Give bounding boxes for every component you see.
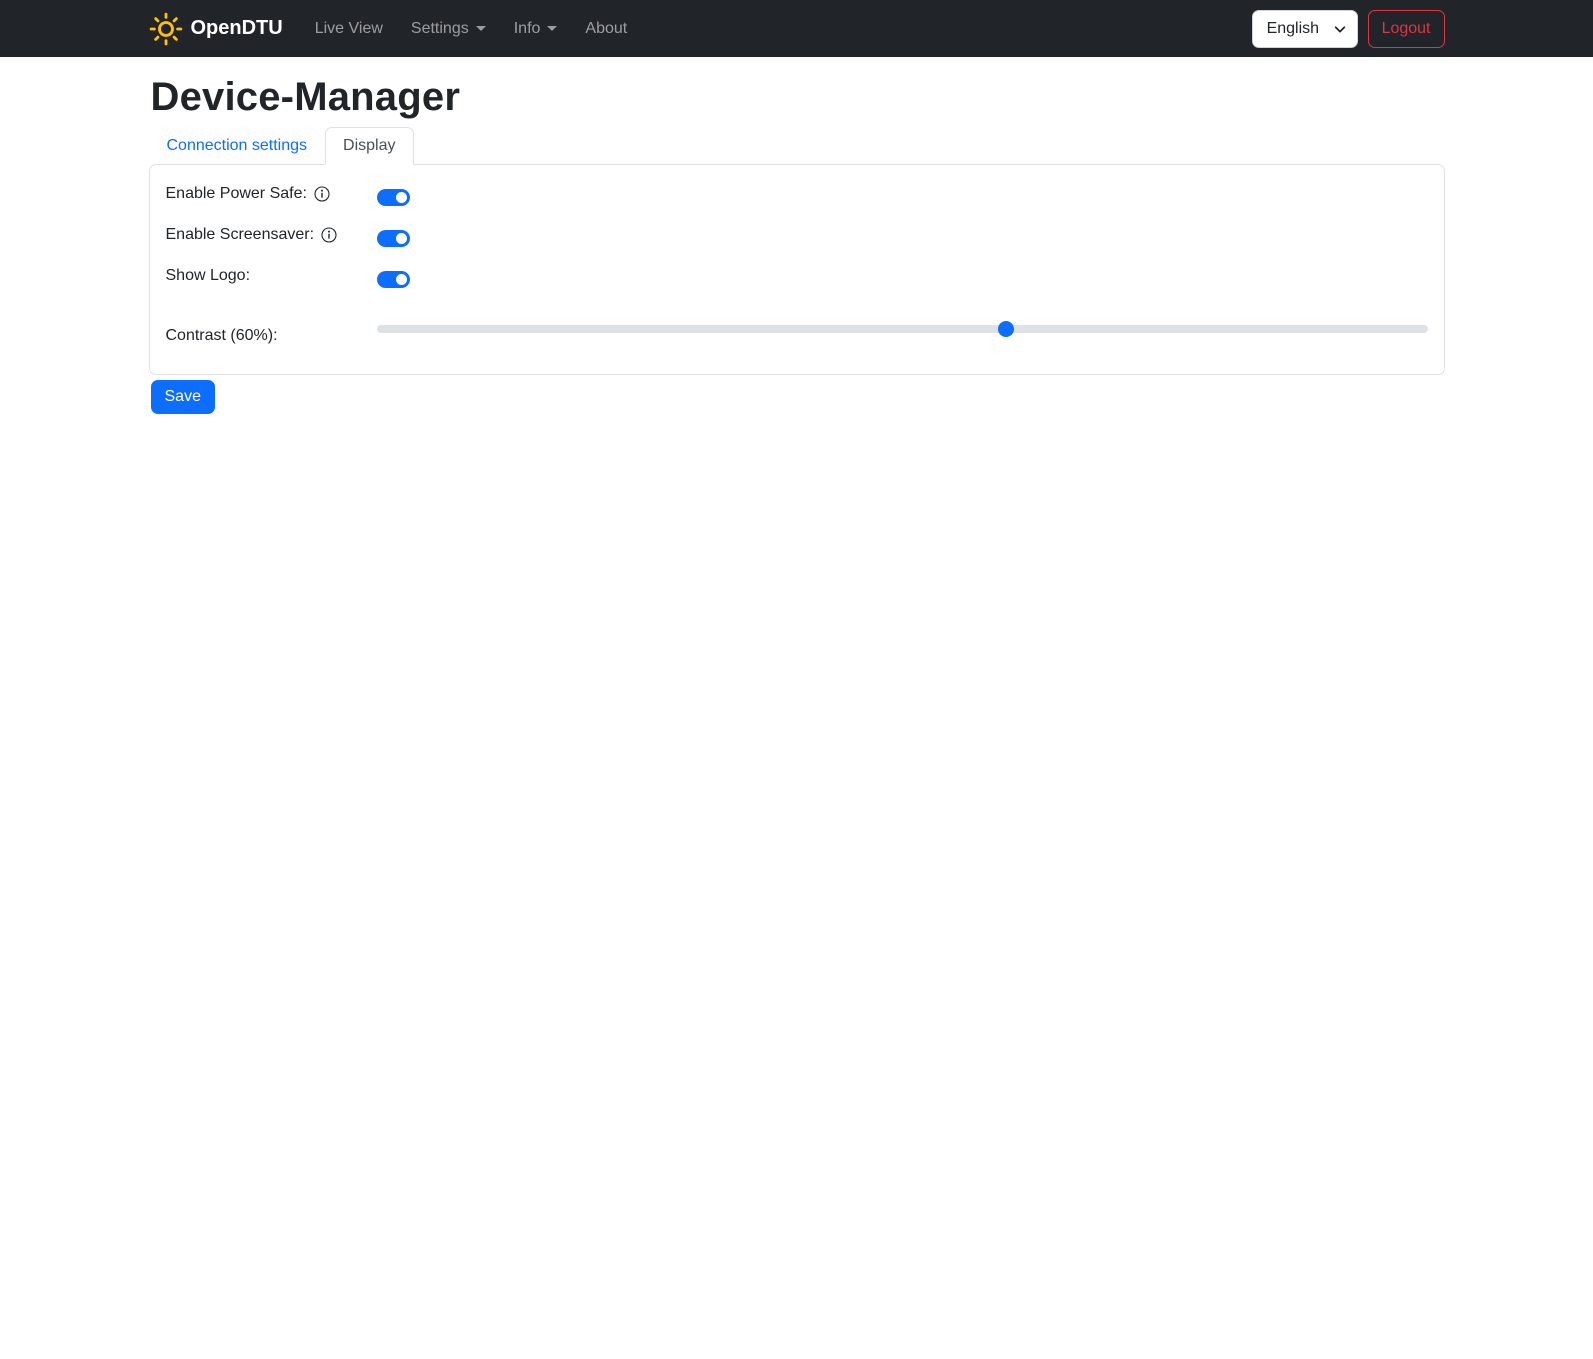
tab-display[interactable]: Display: [325, 127, 414, 165]
tab-connection-settings[interactable]: Connection settings: [149, 127, 326, 165]
form-row-contrast: Contrast (60%):: [166, 315, 1428, 348]
field-label-text: Enable Screensaver:: [165, 226, 315, 243]
toggle-enable-power-safe[interactable]: [376, 188, 410, 206]
main-container: Device-Manager Connection settings Displ…: [137, 75, 1457, 414]
field-label: Enable Power Safe:: [166, 182, 377, 206]
nav-links: Live View Settings Info About: [301, 12, 1252, 46]
nav-item-live-view[interactable]: Live View: [301, 12, 397, 46]
chevron-down-icon: [547, 26, 558, 31]
field-label: Enable Screensaver:: [166, 223, 377, 247]
toggle-knob: [395, 273, 407, 285]
info-icon[interactable]: [314, 186, 330, 202]
brand-link[interactable]: OpenDTU: [149, 12, 283, 46]
nav-item-settings[interactable]: Settings: [397, 12, 500, 46]
top-navbar: OpenDTU Live View Settings Info About En…: [0, 0, 1593, 57]
brand-label: OpenDTU: [190, 17, 283, 39]
display-settings-card: Enable Power Safe: Enable Screensaver: S…: [148, 164, 1445, 375]
nav-item-label: Settings: [410, 19, 469, 37]
form-row-power-safe: Enable Power Safe:: [166, 182, 1428, 206]
toggle-enable-screensaver[interactable]: [376, 229, 410, 247]
tab-bar: Connection settings Display: [149, 127, 1445, 165]
toggle-knob: [395, 191, 407, 203]
toggle-show-logo[interactable]: [376, 270, 410, 288]
field-label: Show Logo:: [166, 264, 377, 288]
field-control: [376, 223, 1428, 247]
field-label: Contrast (60%):: [166, 315, 377, 348]
save-button[interactable]: Save: [150, 380, 215, 414]
nav-item-label: Info: [513, 19, 541, 37]
chevron-down-icon: [475, 26, 486, 31]
contrast-slider[interactable]: [376, 321, 1428, 337]
toggle-knob: [395, 232, 407, 244]
language-select[interactable]: English: [1251, 9, 1358, 48]
field-label-text: Contrast (60%):: [165, 327, 278, 344]
page-title: Device-Manager: [150, 75, 461, 119]
nav-item-about[interactable]: About: [571, 12, 641, 46]
field-label-text: Show Logo:: [165, 267, 251, 284]
form-row-screensaver: Enable Screensaver:: [166, 223, 1428, 247]
logout-button[interactable]: Logout: [1367, 9, 1445, 48]
nav-item-label: Live View: [314, 19, 383, 37]
field-control: [376, 182, 1428, 206]
nav-item-label: About: [585, 19, 628, 37]
field-label-text: Enable Power Safe:: [165, 185, 307, 202]
language-select-wrap: English: [1251, 9, 1358, 48]
info-icon[interactable]: [321, 227, 337, 243]
form-row-show-logo: Show Logo:: [166, 264, 1428, 288]
sun-icon: [149, 12, 183, 46]
field-control: [376, 315, 1428, 339]
field-control: [376, 264, 1428, 288]
nav-item-info[interactable]: Info: [500, 12, 572, 46]
